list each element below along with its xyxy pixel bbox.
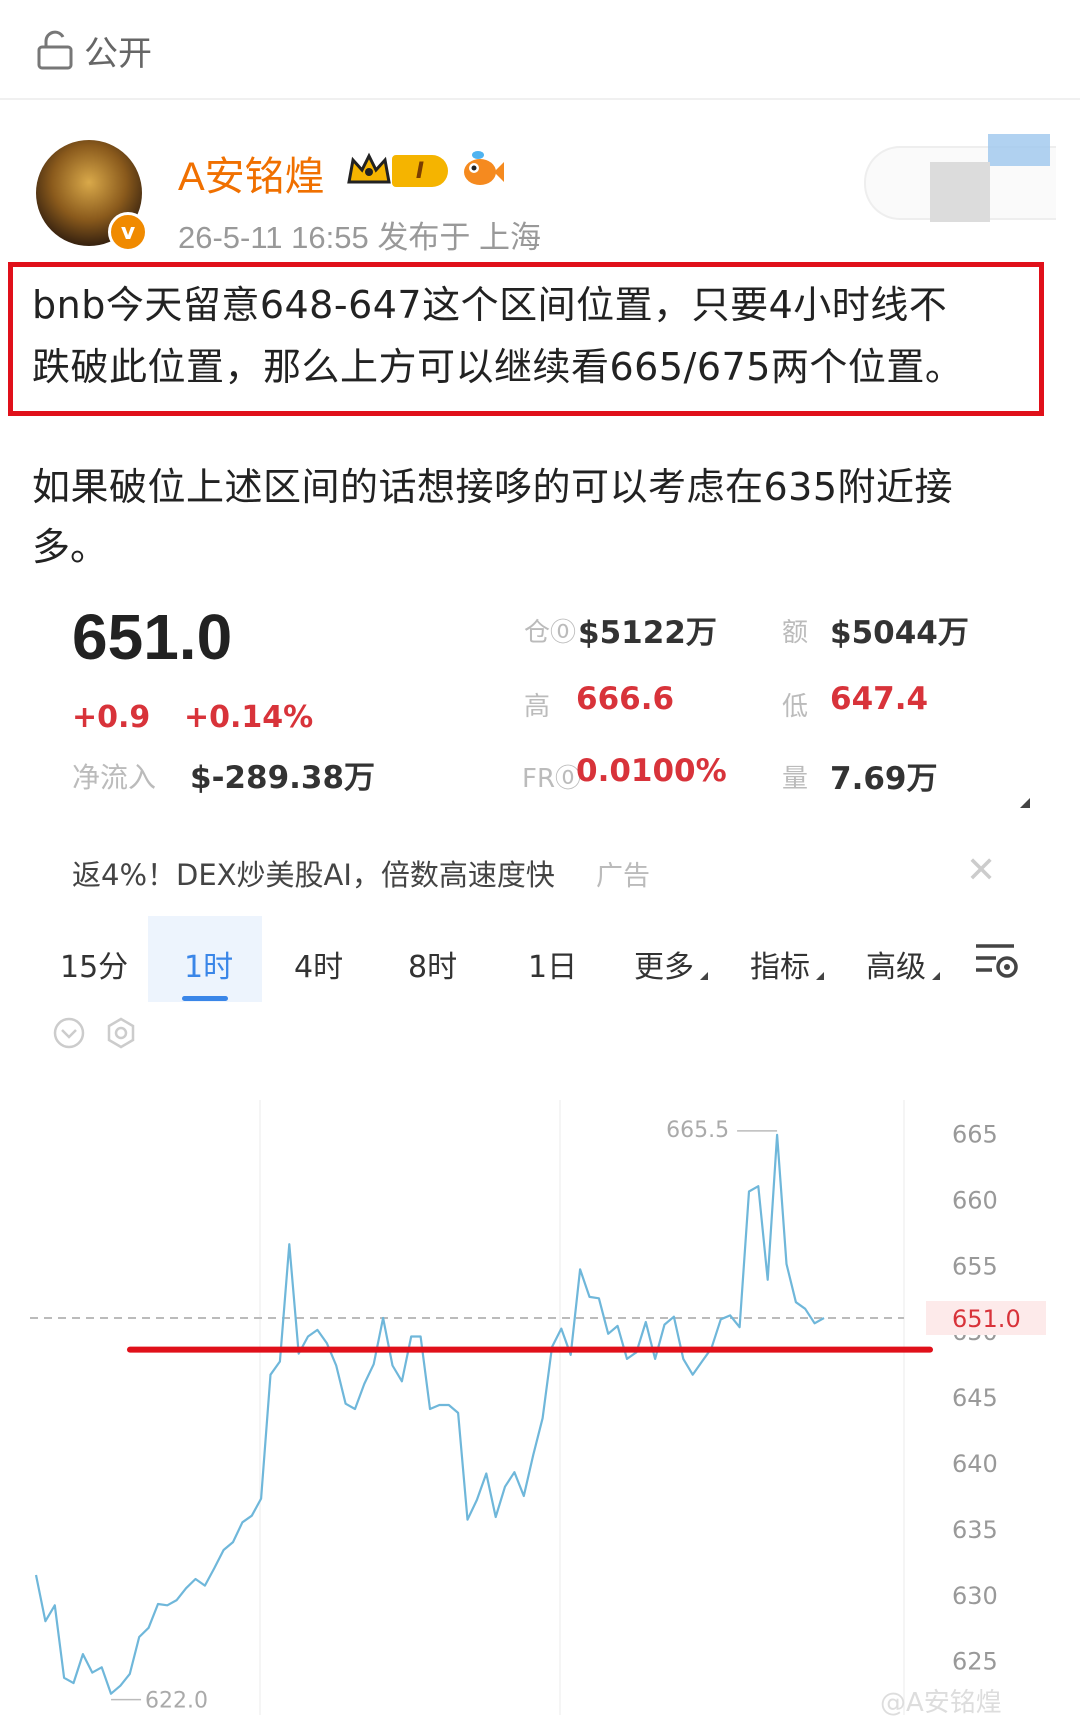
tab-advanced[interactable]: 高级 [866, 942, 926, 986]
turnover-label: 额 [782, 618, 809, 648]
open-interest-label: 仓⓪ [524, 618, 577, 648]
tab-1h[interactable]: 1时 [184, 942, 233, 986]
tab-15m[interactable]: 15分 [60, 942, 128, 986]
more-caret-icon [700, 972, 708, 980]
volume-value: 7.69万 [830, 761, 938, 797]
collapse-icon[interactable] [52, 1016, 86, 1050]
low-value: 647.4 [830, 681, 929, 717]
funding-rate-value: 0.0100% [576, 753, 727, 789]
open-interest-value: $5122万 [578, 615, 717, 651]
last-price: 651.0 [72, 601, 233, 673]
level-badge: I [392, 155, 448, 187]
lock-icon [37, 30, 73, 70]
blurred-region [930, 162, 990, 222]
post-text-line: 多。 [32, 525, 109, 569]
post-meta: 26-5-11 16:55 发布于 上海 [178, 220, 541, 255]
y-tick-label: 655 [952, 1252, 998, 1280]
tab-8h[interactable]: 8时 [408, 942, 457, 986]
indicators-caret-icon [816, 972, 824, 980]
expand-caret-icon[interactable] [1020, 798, 1030, 808]
snapshot-icon[interactable] [104, 1016, 138, 1050]
price-chart[interactable]: 665660655650645640635630625651.0665.5622… [0, 1060, 1080, 1715]
max-price-label: 665.5 [666, 1118, 729, 1143]
low-label: 低 [782, 692, 809, 722]
crown-icon [347, 152, 391, 184]
blurred-region [988, 134, 1050, 166]
y-tick-label: 660 [952, 1186, 998, 1214]
fish-icon [464, 151, 504, 185]
visibility-label[interactable]: 公开 [84, 26, 152, 75]
tab-indicators[interactable]: 指标 [750, 942, 810, 986]
current-price-label: 651.0 [952, 1305, 1021, 1333]
y-tick-label: 665 [952, 1121, 998, 1149]
price-change-percent: +0.14% [184, 700, 314, 735]
watermark: @A安铭煌 [880, 1688, 1002, 1718]
post-text-line: 跌破此位置，那么上方可以继续看665/675两个位置。 [32, 345, 964, 389]
netflow-value: $-289.38万 [190, 760, 376, 796]
high-label: 高 [524, 692, 551, 722]
y-tick-label: 645 [952, 1384, 998, 1412]
tab-more[interactable]: 更多 [634, 942, 694, 986]
y-tick-label: 625 [952, 1648, 998, 1676]
advanced-caret-icon [932, 972, 940, 980]
price-line [34, 1133, 825, 1695]
post-text-line: bnb今天留意648-647这个区间位置，只要4小时线不 [32, 283, 948, 327]
top-bar [0, 0, 1080, 100]
tab-1d[interactable]: 1日 [528, 942, 577, 986]
ad-text[interactable]: 返4%！DEX炒美股AI，倍数高速度快 [72, 852, 555, 894]
turnover-value: $5044万 [830, 615, 969, 651]
funding-rate-label: FR⓪ [522, 764, 582, 794]
high-value: 666.6 [576, 681, 675, 717]
netflow-label: 净流入 [72, 761, 157, 794]
ad-tag: 广告 [596, 861, 650, 892]
active-tab-underline [182, 996, 228, 1001]
chart-settings-icon[interactable] [974, 940, 1020, 980]
min-price-label: 622.0 [145, 1689, 208, 1714]
y-tick-label: 635 [952, 1516, 998, 1544]
y-tick-label: 630 [952, 1582, 998, 1610]
verified-badge: v [108, 212, 148, 252]
username[interactable]: A安铭煌 [178, 144, 325, 202]
ad-close-button[interactable]: ✕ [966, 850, 996, 891]
price-change: +0.9 [72, 700, 151, 735]
volume-label: 量 [782, 764, 809, 794]
tab-4h[interactable]: 4时 [294, 942, 343, 986]
post-text-line: 如果破位上述区间的话想接哆的可以考虑在635附近接 [32, 465, 954, 509]
y-tick-label: 640 [952, 1450, 998, 1478]
